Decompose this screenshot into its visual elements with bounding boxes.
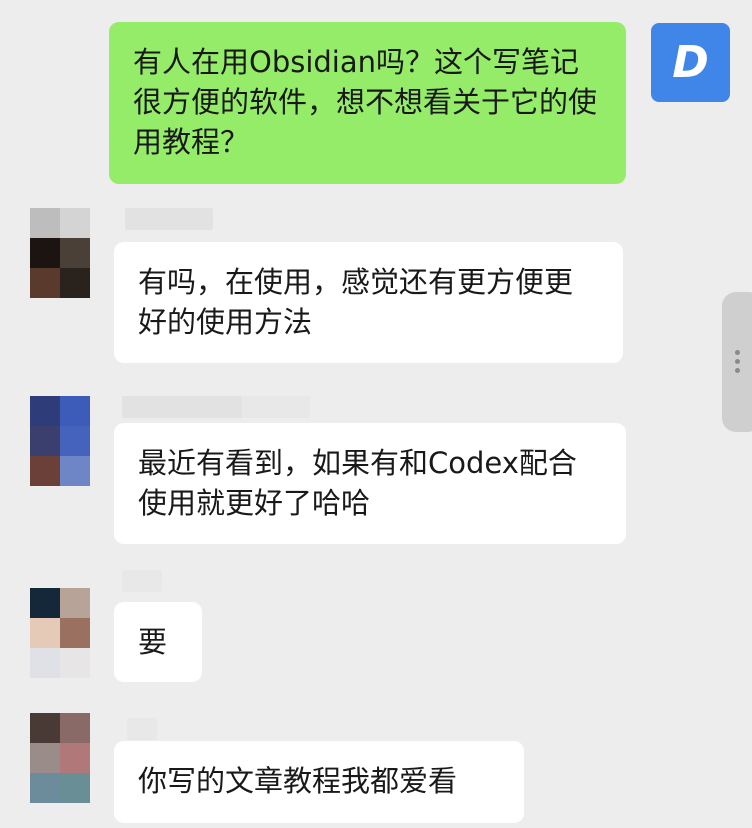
message-bubble[interactable]: 要 [114, 602, 202, 682]
sender-name [242, 396, 310, 418]
avatar[interactable] [30, 208, 90, 298]
avatar[interactable] [30, 588, 90, 678]
message-bubble[interactable]: 有吗，在使用，感觉还有更方便更好的使用方法 [114, 242, 623, 363]
sender-name [125, 208, 213, 230]
message-bubble[interactable]: 最近有看到，如果有和Codex配合使用就更好了哈哈 [114, 423, 626, 544]
message-bubble[interactable]: 你写的文章教程我都爱看 [114, 741, 524, 823]
more-vertical-icon[interactable] [722, 292, 752, 432]
my-message-bubble[interactable]: 有人在用Obsidian吗？这个写笔记很方便的软件，想不想看关于它的使用教程？ [109, 22, 626, 184]
sender-name [122, 570, 162, 592]
avatar[interactable] [30, 713, 90, 803]
avatar[interactable] [30, 396, 90, 486]
sender-name [127, 718, 157, 740]
my-avatar[interactable]: D [651, 23, 730, 102]
sender-name [122, 396, 242, 418]
